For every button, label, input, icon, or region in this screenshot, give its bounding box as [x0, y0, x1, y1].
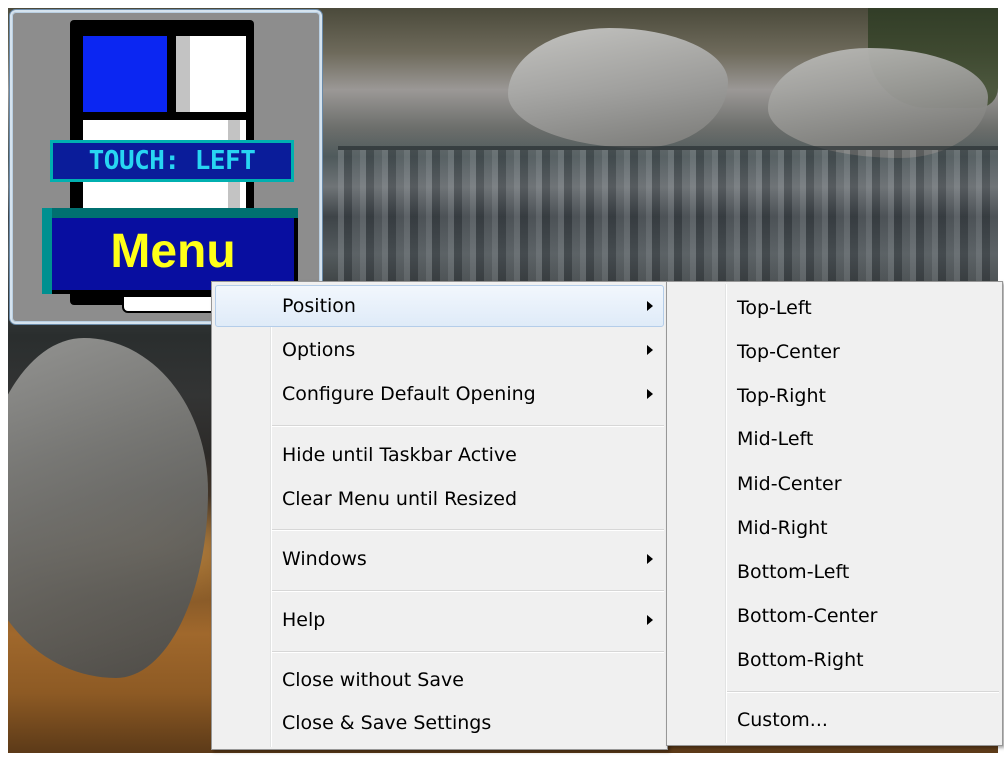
- menu-item-help[interactable]: Help: [215, 599, 664, 641]
- menu-item-close-without-save[interactable]: Close without Save: [215, 659, 664, 701]
- menu-separator: [727, 691, 999, 693]
- menu-separator: [272, 651, 664, 653]
- submenu-arrow-icon: [647, 301, 653, 311]
- menu-separator: [272, 590, 664, 592]
- wallpaper-rock: [768, 48, 988, 158]
- submenu-item-bottom-left[interactable]: Bottom-Left: [670, 551, 999, 593]
- menu-item-label: Position: [282, 295, 356, 317]
- submenu-item-top-right[interactable]: Top-Right: [670, 375, 999, 417]
- menu-item-label: Top-Center: [737, 341, 840, 363]
- menu-item-close-and-save-settings[interactable]: Close & Save Settings: [215, 702, 664, 744]
- wallpaper-rock: [508, 28, 728, 148]
- submenu-item-bottom-center[interactable]: Bottom-Center: [670, 595, 999, 637]
- touch-menu-widget[interactable]: TOUCH: LEFT Menu: [10, 10, 322, 324]
- phone-base: [122, 297, 222, 313]
- wallpaper-reflection: [338, 150, 998, 290]
- menu-item-label: Custom...: [737, 709, 828, 731]
- left-touch-zone: [83, 36, 167, 112]
- position-submenu: Top-Left Top-Center Top-Right Mid-Left M…: [666, 281, 1003, 746]
- submenu-arrow-icon: [647, 554, 653, 564]
- submenu-item-top-center[interactable]: Top-Center: [670, 331, 999, 373]
- submenu-arrow-icon: [647, 345, 653, 355]
- submenu-item-custom[interactable]: Custom...: [670, 699, 999, 741]
- menu-item-label: Options: [282, 339, 356, 361]
- menu-item-position[interactable]: Position: [215, 285, 664, 327]
- menu-item-label: Configure Default Opening: [282, 383, 536, 405]
- menu-item-label: Hide until Taskbar Active: [282, 444, 517, 466]
- menu-item-label: Bottom-Right: [737, 649, 864, 671]
- menu-item-label: Top-Right: [737, 385, 826, 407]
- submenu-arrow-icon: [647, 389, 653, 399]
- menu-item-label: Help: [282, 609, 326, 631]
- menu-item-label: Clear Menu until Resized: [282, 488, 518, 510]
- menu-item-label: Bottom-Left: [737, 561, 850, 583]
- menu-separator: [272, 529, 664, 531]
- menu-item-label: Close & Save Settings: [282, 712, 492, 734]
- menu-item-configure-default-opening[interactable]: Configure Default Opening: [215, 373, 664, 415]
- touch-mode-label: TOUCH: LEFT: [50, 140, 294, 182]
- submenu-item-mid-center[interactable]: Mid-Center: [670, 463, 999, 505]
- submenu-item-mid-left[interactable]: Mid-Left: [670, 418, 999, 460]
- menu-item-label: Windows: [282, 548, 367, 570]
- context-menu: Position Options Configure Default Openi…: [211, 281, 668, 750]
- menu-item-label: Mid-Left: [737, 428, 814, 450]
- menu-item-hide-until-taskbar-active[interactable]: Hide until Taskbar Active: [215, 434, 664, 476]
- wallpaper-boulder: [8, 338, 208, 678]
- submenu-item-top-left[interactable]: Top-Left: [670, 287, 999, 329]
- menu-separator: [272, 425, 664, 427]
- menu-item-label: Mid-Center: [737, 473, 842, 495]
- menu-item-windows[interactable]: Windows: [215, 538, 664, 580]
- menu-item-label: Top-Left: [737, 297, 812, 319]
- right-touch-zone: [176, 36, 246, 112]
- submenu-arrow-icon: [647, 615, 653, 625]
- menu-item-label: Bottom-Center: [737, 605, 878, 627]
- menu-item-options[interactable]: Options: [215, 329, 664, 371]
- menu-item-label: Close without Save: [282, 669, 464, 691]
- submenu-item-mid-right[interactable]: Mid-Right: [670, 507, 999, 549]
- submenu-item-bottom-right[interactable]: Bottom-Right: [670, 639, 999, 681]
- menu-item-clear-menu-until-resized[interactable]: Clear Menu until Resized: [215, 478, 664, 520]
- menu-item-label: Mid-Right: [737, 517, 828, 539]
